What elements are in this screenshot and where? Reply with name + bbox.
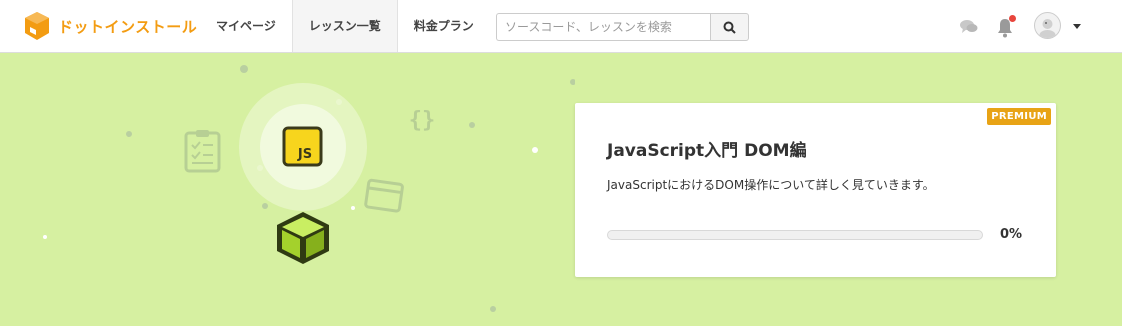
cube-icon [277, 212, 329, 264]
progress-bar [607, 230, 983, 240]
braces-icon: {} [409, 108, 436, 133]
clipboard-icon [184, 130, 221, 173]
search-input[interactable] [496, 13, 710, 41]
avatar[interactable] [1034, 12, 1061, 39]
notifications-button[interactable] [996, 15, 1016, 38]
site-logo[interactable]: ドットインストール [24, 11, 197, 41]
notification-dot [1009, 15, 1016, 22]
top-navbar: ドットインストール マイページ レッスン一覧 料金プラン [0, 0, 1122, 53]
nav-mypage[interactable]: マイページ [200, 0, 292, 52]
course-description: JavaScriptにおけるDOM操作について詳しく見ていきます。 [607, 178, 935, 192]
search-icon [723, 21, 736, 34]
nav-lessons[interactable]: レッスン一覧 [291, 0, 398, 52]
course-card: PREMIUM JavaScript入門 DOM編 JavaScriptにおける… [575, 103, 1056, 277]
course-title: JavaScript入門 DOM編 [607, 141, 807, 161]
caret-down-icon[interactable] [1073, 24, 1081, 29]
main-nav: マイページ レッスン一覧 料金プラン [200, 0, 490, 52]
browser-window-icon [364, 178, 404, 213]
js-label: JS [297, 147, 312, 162]
course-illustration: JS {} [43, 65, 575, 312]
nav-pricing[interactable]: 料金プラン [398, 0, 490, 52]
search-bar [496, 13, 749, 41]
js-icon: JS [282, 126, 323, 167]
chat-icon[interactable] [960, 19, 978, 34]
premium-badge: PREMIUM [987, 108, 1051, 125]
avatar-image [1039, 19, 1056, 38]
svg-text:{}: {} [409, 108, 436, 133]
logo-box-icon [25, 12, 49, 40]
progress-percent: 0% [1000, 227, 1023, 242]
search-button[interactable] [710, 13, 749, 41]
logo-text: ドットインストール [58, 17, 198, 36]
